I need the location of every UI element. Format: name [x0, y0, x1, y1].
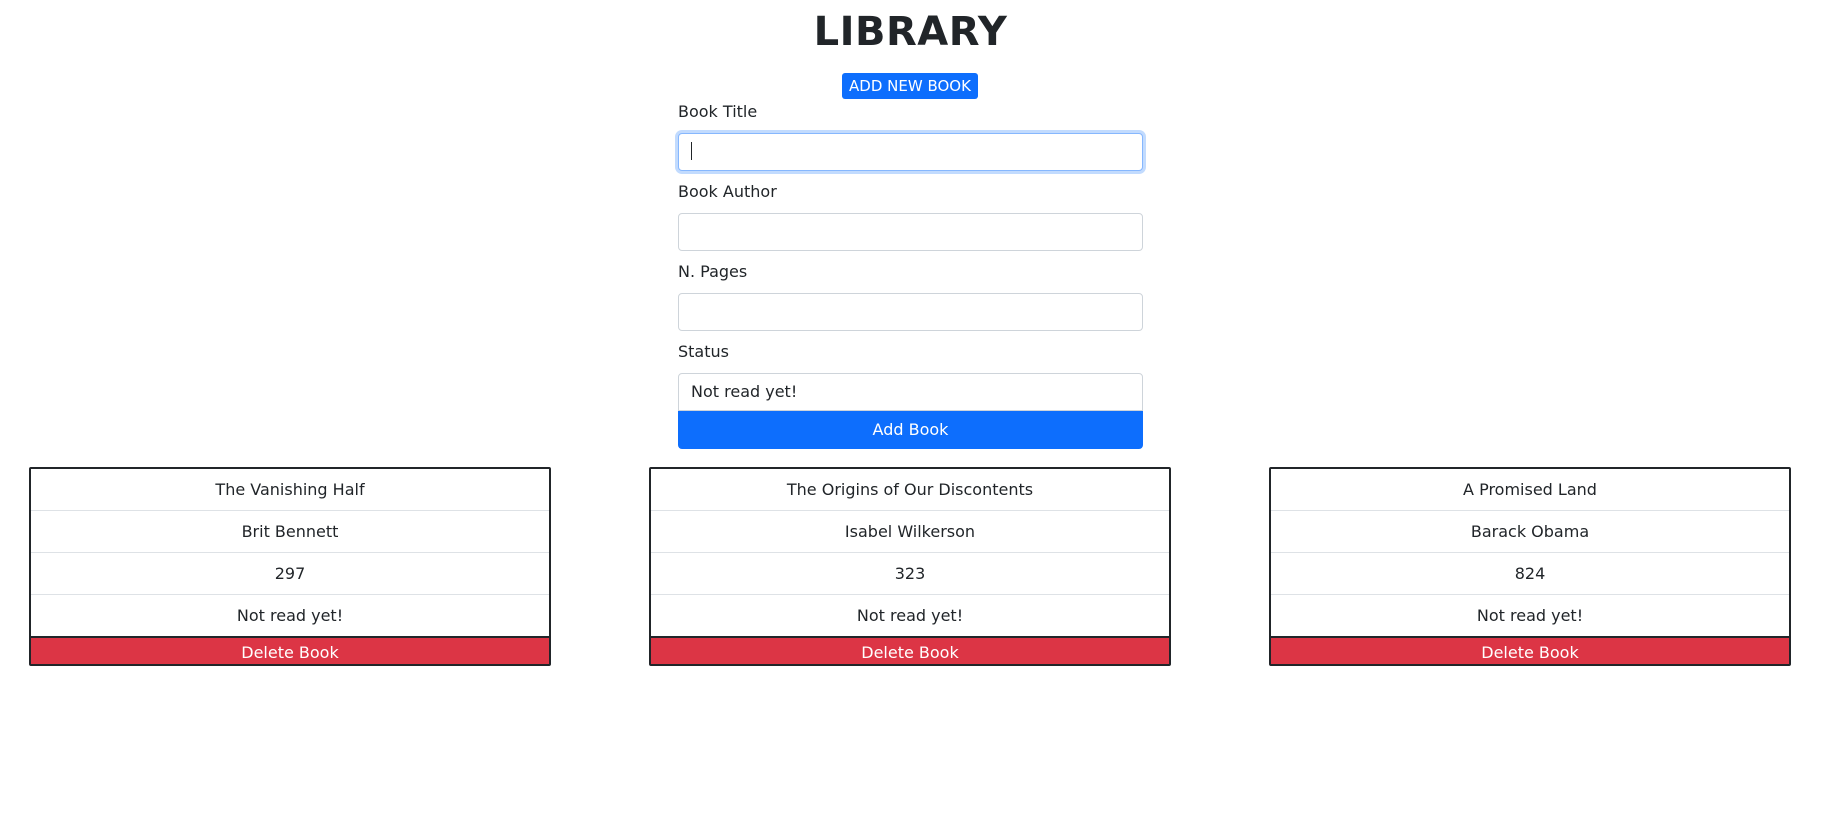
book-pages: 824 — [1271, 553, 1789, 595]
book-card: A Promised Land Barack Obama 824 Not rea… — [1269, 467, 1791, 666]
add-new-book-button[interactable]: ADD NEW BOOK — [842, 73, 978, 99]
book-status-toggle[interactable]: Not read yet! — [1271, 595, 1789, 636]
delete-book-button[interactable]: Delete Book — [1271, 636, 1789, 664]
book-pages: 323 — [651, 553, 1169, 595]
page-title: LIBRARY — [813, 9, 1008, 55]
pages-label: N. Pages — [678, 262, 748, 281]
book-author: Barack Obama — [1271, 511, 1789, 553]
status-select[interactable]: Not read yet! — [678, 373, 1143, 411]
book-author-input[interactable] — [678, 213, 1143, 251]
status-selected-value: Not read yet! — [691, 382, 798, 401]
book-card: The Vanishing Half Brit Bennett 297 Not … — [29, 467, 551, 666]
text-caret — [691, 141, 692, 160]
book-status-toggle[interactable]: Not read yet! — [31, 595, 549, 636]
delete-book-button[interactable]: Delete Book — [31, 636, 549, 664]
pages-input[interactable] — [678, 293, 1143, 331]
book-pages: 297 — [31, 553, 549, 595]
book-author: Brit Bennett — [31, 511, 549, 553]
book-status-toggle[interactable]: Not read yet! — [651, 595, 1169, 636]
book-title: The Origins of Our Discontents — [651, 469, 1169, 511]
add-book-form: Book Title Book Author N. Pages Status N… — [678, 101, 1143, 449]
book-title-input[interactable] — [678, 133, 1143, 171]
book-author-label: Book Author — [678, 182, 777, 201]
book-title: The Vanishing Half — [31, 469, 549, 511]
book-title-label: Book Title — [678, 102, 758, 121]
status-label: Status — [678, 342, 729, 361]
delete-book-button[interactable]: Delete Book — [651, 636, 1169, 664]
add-book-button[interactable]: Add Book — [678, 411, 1143, 449]
library-page: LIBRARY ADD NEW BOOK Book Title Book Aut… — [0, 0, 1821, 839]
book-author: Isabel Wilkerson — [651, 511, 1169, 553]
book-title: A Promised Land — [1271, 469, 1789, 511]
book-card: The Origins of Our Discontents Isabel Wi… — [649, 467, 1171, 666]
